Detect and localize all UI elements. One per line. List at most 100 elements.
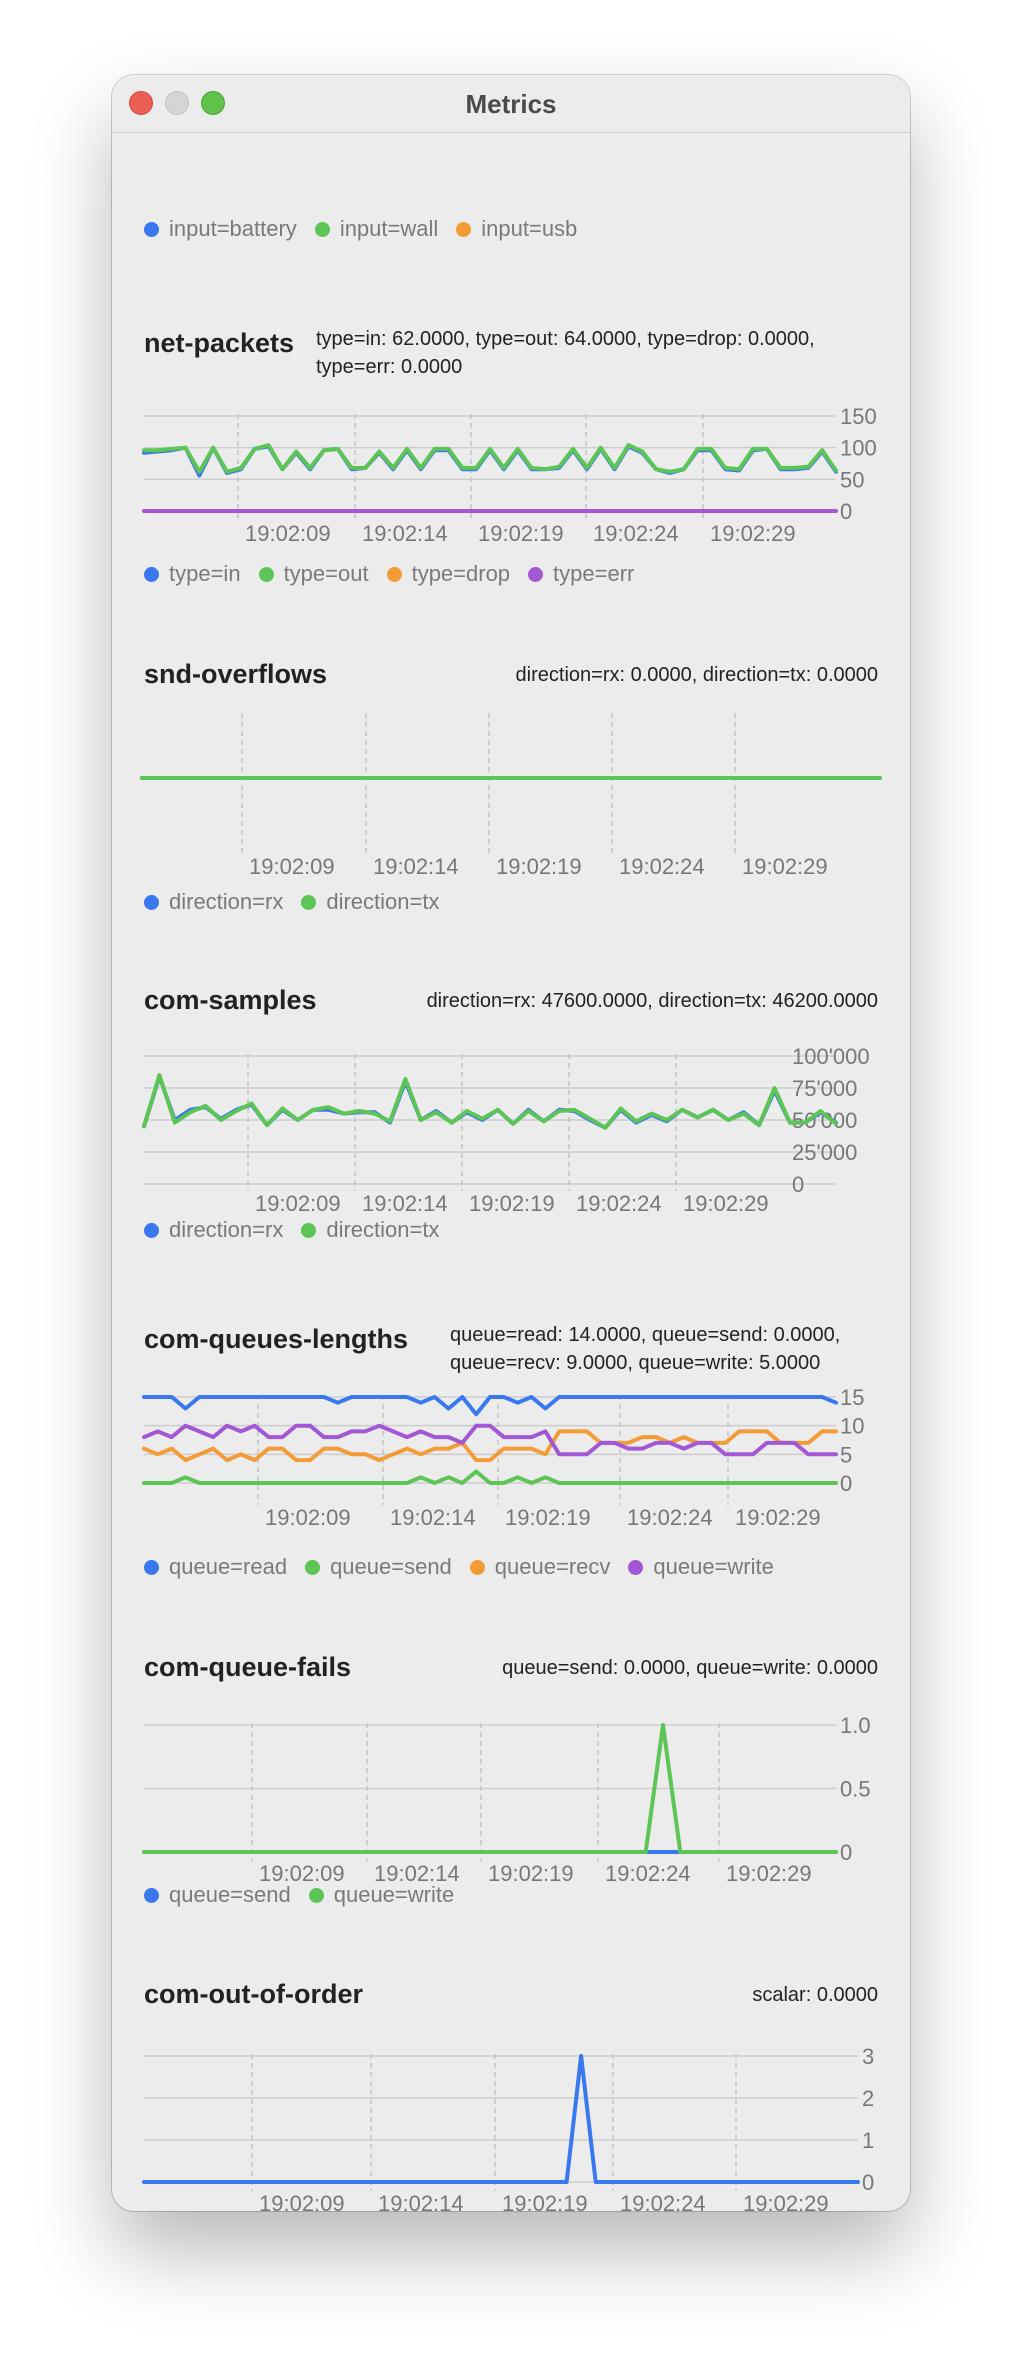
- x-tick-label: 19:02:29: [726, 1861, 812, 1886]
- series-line: [142, 2054, 860, 2184]
- legend-dot: [628, 1559, 644, 1575]
- legend-dot: [301, 1222, 317, 1238]
- legend-item[interactable]: input=wall: [314, 216, 438, 242]
- com-samples-chart[interactable]: 100'000 75'000 50'000 25'000 0 19:02:09 19:02:…: [112, 1044, 910, 1216]
- com-queue-fails-legend: queue=send queue=write: [144, 1880, 472, 1910]
- legend-item[interactable]: scalar: [144, 2210, 228, 2211]
- x-tick-label: 19:02:09: [265, 1505, 351, 1530]
- panel-current-values: direction=rx: 0.0000, direction=tx: 0.00…: [515, 664, 878, 686]
- y-tick-label: 0: [862, 2170, 874, 2195]
- legend-item[interactable]: type=out: [258, 561, 369, 587]
- panel-title: net-packets: [144, 328, 295, 358]
- legend-item[interactable]: queue=send: [305, 1554, 452, 1580]
- y-tick-label: 150: [840, 404, 877, 429]
- legend-dot: [144, 1887, 159, 1903]
- legend-dot: [144, 221, 159, 237]
- y-tick-label: 0: [840, 1840, 852, 1865]
- panel-current-values: queue=send: 0.0000, queue=write: 0.0000: [502, 1657, 878, 1679]
- legend-dot: [314, 221, 330, 237]
- panel-current-values: queue=read: 14.0000, queue=send: 0.0000,…: [450, 1324, 841, 1374]
- com-out-of-order-legend: scalar: [144, 2208, 246, 2211]
- legend-item[interactable]: queue=send: [144, 1882, 291, 1908]
- com-queues-lengths-chart[interactable]: 15 10 5 0 19:02:09 19:02:14 19:02:19 19:02:24 19…: [112, 1385, 910, 1555]
- x-tick-label: 19:02:14: [362, 521, 448, 546]
- panel-title: com-queues-lengths: [144, 1324, 409, 1354]
- series-line: [142, 1469, 838, 1485]
- legend-label: input=usb: [481, 216, 578, 241]
- x-tick-label: 19:02:29: [743, 2191, 829, 2211]
- y-tick-label: 10: [840, 1414, 864, 1439]
- legend-label: type=in: [169, 561, 241, 586]
- net-packets-chart[interactable]: 150 100 50 0 19:02:09 19:02:14 19:02:19 19:02:2…: [112, 386, 910, 556]
- series-line: [142, 1423, 838, 1457]
- legend-label: direction=tx: [326, 1217, 440, 1242]
- x-tick-label: 19:02:19: [478, 521, 564, 546]
- legend-label: queue=write: [333, 1882, 455, 1907]
- legend-item[interactable]: type=in: [144, 561, 241, 587]
- com-out-of-order-chart[interactable]: 3 2 1 0 19:02:09 19:02:14 19:02:19 19:02:24 19:0…: [112, 2043, 910, 2211]
- snd-overflows-legend: direction=rx direction=tx: [144, 887, 457, 917]
- legend-label: input=battery: [169, 216, 297, 241]
- legend-item[interactable]: direction=rx: [144, 889, 283, 915]
- series-line: [142, 443, 838, 474]
- legend-label: queue=send: [169, 1882, 291, 1907]
- x-tick-label: 19:02:19: [505, 1505, 591, 1530]
- panel-current-values: direction=rx: 47600.0000, direction=tx: …: [426, 990, 878, 1012]
- legend-item[interactable]: direction=tx: [301, 1217, 439, 1243]
- x-tick-label: 19:02:24: [627, 1505, 713, 1530]
- top-legend: input=battery input=wall input=usb: [144, 214, 595, 244]
- panel-title: com-queue-fails: [144, 1652, 352, 1682]
- com-queue-fails-chart[interactable]: 1.00.5019:02:09 19:02:14 19:02:19 19:02:24 1…: [112, 1713, 910, 1886]
- legend-dot: [305, 1559, 321, 1575]
- metrics-scroll-area[interactable]: input=battery input=wall input=usb net-p…: [112, 133, 910, 2211]
- y-tick-label: 100'000: [792, 1044, 870, 1069]
- x-tick-label: 19:02:24: [605, 1861, 691, 1886]
- legend-dot: [144, 566, 159, 582]
- y-tick-label: 25'000: [792, 1140, 857, 1165]
- legend-item[interactable]: direction=rx: [144, 1217, 283, 1243]
- x-tick-label: 19:02:19: [488, 1861, 574, 1886]
- x-tick-label: 19:02:24: [593, 521, 679, 546]
- y-tick-label: 0: [792, 1172, 804, 1197]
- y-tick-label: 1.0: [840, 1713, 871, 1738]
- legend-label: scalar: [169, 2210, 228, 2211]
- legend-dot: [258, 566, 274, 582]
- legend-item[interactable]: input=usb: [456, 216, 577, 242]
- x-tick-label: 19:02:29: [742, 854, 828, 879]
- legend-item[interactable]: direction=tx: [301, 889, 439, 915]
- legend-label: direction=tx: [326, 889, 440, 914]
- x-tick-label: 19:02:29: [710, 521, 796, 546]
- legend-item[interactable]: type=drop: [386, 561, 511, 587]
- y-tick-label: 100: [840, 436, 877, 461]
- x-tick-label: 19:02:29: [735, 1505, 821, 1530]
- y-tick-label: 50: [840, 467, 864, 492]
- legend-item[interactable]: type=err: [528, 561, 634, 587]
- snd-overflows-chart[interactable]: 19:02:09 19:02:14 19:02:19 19:02:24 19:02:29: [112, 713, 910, 883]
- y-tick-label: 2: [862, 2086, 874, 2111]
- x-tick-label: 19:02:24: [619, 854, 705, 879]
- x-tick-label: 19:02:14: [378, 2191, 464, 2211]
- x-tick-label: 19:02:09: [249, 854, 335, 879]
- panel-title: com-samples: [144, 985, 317, 1015]
- y-tick-label: 3: [862, 2044, 874, 2069]
- legend-dot: [308, 1887, 324, 1903]
- legend-dot: [301, 894, 317, 910]
- legend-item[interactable]: queue=read: [144, 1554, 287, 1580]
- legend-dot: [469, 1559, 485, 1575]
- legend-label: type=drop: [411, 561, 511, 586]
- y-tick-label: 0: [840, 1471, 852, 1496]
- titlebar: Metrics: [112, 75, 910, 133]
- legend-label: queue=read: [169, 1554, 288, 1579]
- legend-item[interactable]: input=battery: [144, 216, 297, 242]
- legend-label: type=err: [553, 561, 635, 586]
- legend-item[interactable]: queue=write: [308, 1882, 455, 1908]
- legend-item[interactable]: queue=write: [628, 1554, 774, 1580]
- legend-label: type=out: [283, 561, 369, 586]
- y-tick-label: 0: [840, 499, 852, 524]
- legend-label: queue=write: [653, 1554, 774, 1579]
- panel-current-values: type=in: 62.0000, type=out: 64.0000, typ…: [316, 328, 815, 378]
- x-tick-label: 19:02:14: [373, 854, 459, 879]
- legend-dot: [386, 566, 402, 582]
- legend-item[interactable]: queue=recv: [469, 1554, 610, 1580]
- legend-dot: [528, 566, 544, 582]
